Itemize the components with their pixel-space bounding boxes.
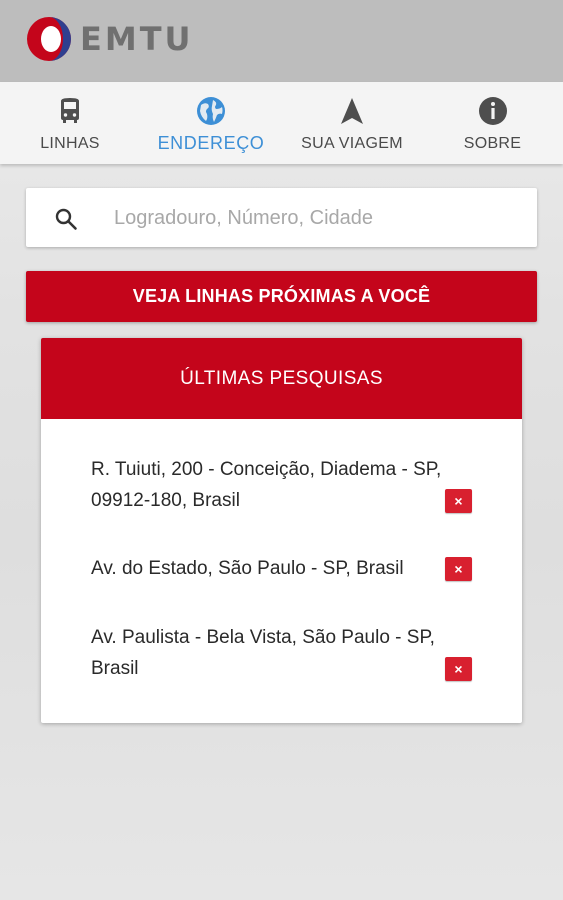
tab-linhas-label: LINHAS	[40, 135, 100, 152]
recent-search-text: R. Tuiuti, 200 - Conceição, Diadema - SP…	[91, 459, 442, 511]
recent-search-item[interactable]: Av. Paulista - Bela Vista, São Paulo - S…	[91, 622, 473, 684]
app-bar: EMTU	[0, 0, 563, 82]
recent-search-item[interactable]: Av. do Estado, São Paulo - SP, Brasil	[91, 553, 473, 584]
tab-sua-viagem-label: SUA VIAGEM	[301, 135, 403, 152]
info-icon	[478, 97, 507, 125]
tab-linhas[interactable]: LINHAS	[0, 82, 140, 164]
tab-endereco-label: ENDEREÇO	[157, 133, 265, 153]
search-box	[26, 188, 537, 249]
logo-text: EMTU	[80, 20, 194, 58]
navigation-arrow-icon	[341, 98, 363, 124]
delete-recent-button[interactable]: ×	[445, 557, 472, 581]
tab-bar: LINHAS ENDEREÇO SUA VIAGEM SOBRE	[0, 82, 563, 164]
recent-search-item[interactable]: R. Tuiuti, 200 - Conceição, Diadema - SP…	[91, 454, 473, 516]
emtu-logo: EMTU	[26, 16, 194, 62]
tab-sua-viagem[interactable]: SUA VIAGEM	[282, 82, 422, 164]
emtu-logo-icon	[27, 17, 71, 61]
tab-sobre-label: SOBRE	[463, 135, 522, 152]
search-icon	[55, 208, 77, 230]
delete-recent-button[interactable]: ×	[445, 489, 472, 513]
recent-searches-card: ÚLTIMAS PESQUISAS R. Tuiuti, 200 - Conce…	[41, 338, 522, 723]
globe-icon	[197, 97, 225, 125]
tab-sobre[interactable]: SOBRE	[422, 82, 563, 164]
nearby-lines-button[interactable]: VEJA LINHAS PRÓXIMAS A VOCÊ	[26, 271, 537, 322]
address-search-input[interactable]	[112, 188, 526, 249]
bus-icon	[61, 98, 79, 123]
recent-search-text: Av. do Estado, São Paulo - SP, Brasil	[91, 558, 404, 579]
recent-searches-title: ÚLTIMAS PESQUISAS	[41, 338, 522, 419]
recent-search-text: Av. Paulista - Bela Vista, São Paulo - S…	[91, 627, 435, 679]
tab-endereco[interactable]: ENDEREÇO	[140, 82, 282, 164]
delete-recent-button[interactable]: ×	[445, 657, 472, 681]
